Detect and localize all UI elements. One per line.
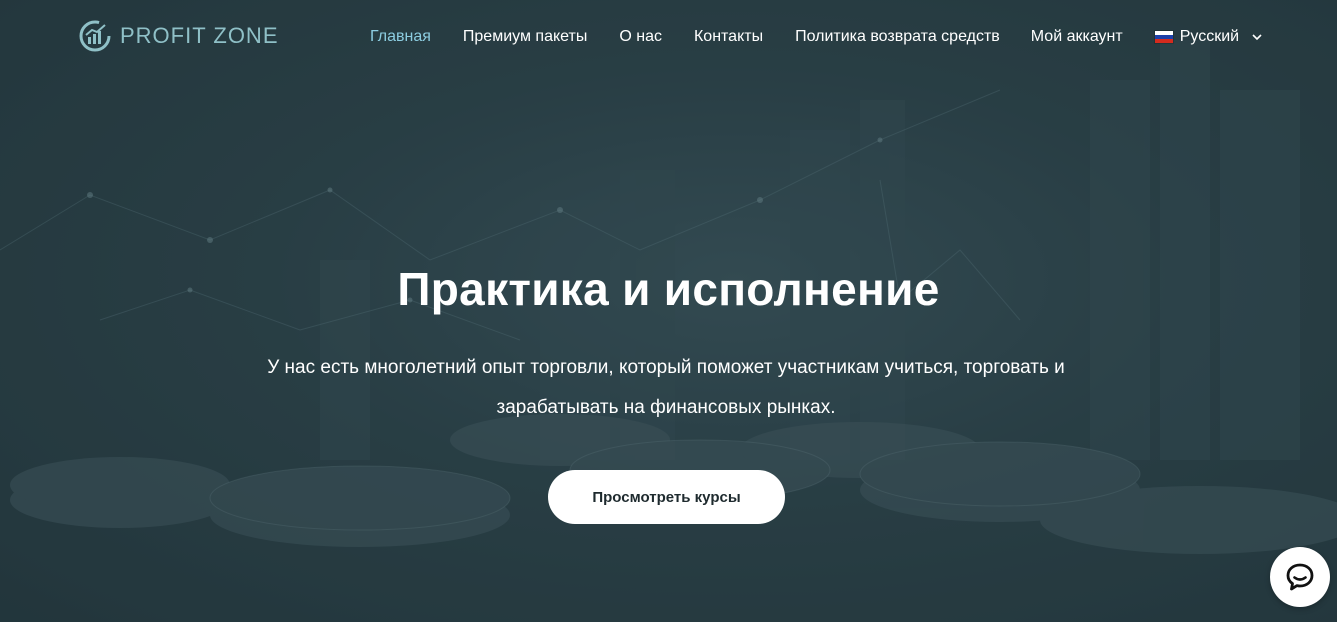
chat-bubble-icon: [1286, 563, 1314, 591]
language-switcher[interactable]: Русский: [1153, 28, 1263, 46]
language-label: Русский: [1179, 28, 1240, 45]
hero-title: Практика и исполнение: [397, 263, 940, 315]
chevron-down-icon: [1252, 34, 1262, 41]
hero-subtitle: У нас есть многолетний опыт торговли, ко…: [267, 357, 1065, 418]
brand-logo[interactable]: PROFIT ZONE: [78, 18, 279, 54]
nav-item-refund-policy[interactable]: Политика возврата средств: [795, 28, 1000, 46]
view-courses-button[interactable]: Просмотреть курсы: [548, 470, 785, 524]
chart-circle-logo-icon: [79, 20, 111, 52]
nav-item-my-account[interactable]: Мой аккаунт: [1031, 28, 1123, 46]
nav-item-home[interactable]: Главная: [370, 28, 431, 46]
nav-item-contacts[interactable]: Контакты: [694, 28, 763, 46]
chat-widget-button[interactable]: [1270, 547, 1330, 607]
nav-item-premium-packages[interactable]: Премиум пакеты: [463, 28, 587, 46]
brand-name: PROFIT ZONE: [120, 23, 279, 48]
main-nav: Главная Премиум пакеты О нас Контакты По…: [370, 26, 1263, 48]
nav-item-about[interactable]: О нас: [619, 28, 662, 46]
russia-flag-icon: [1153, 30, 1174, 44]
site-header: PROFIT ZONE Главная Премиум пакеты О нас…: [0, 0, 1337, 72]
